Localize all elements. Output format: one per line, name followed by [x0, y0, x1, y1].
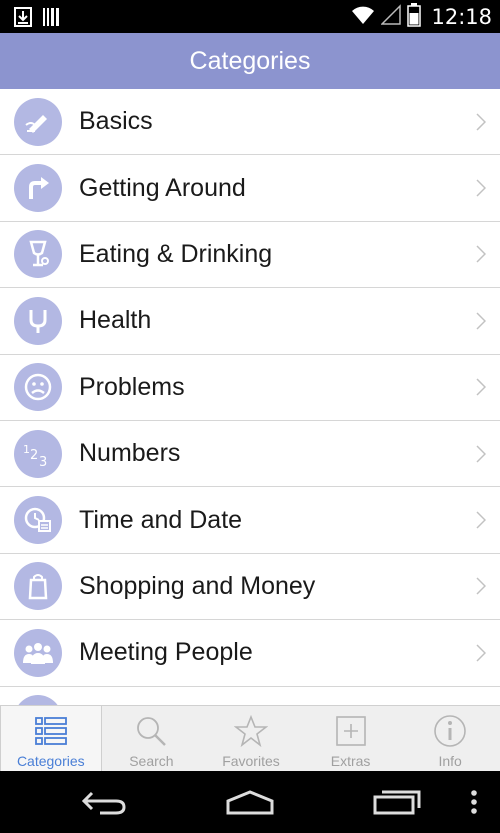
tab-label: Extras: [330, 753, 371, 769]
category-row-partial[interactable]: [0, 687, 500, 705]
category-row-shopping-money[interactable]: Shopping and Money: [0, 554, 500, 621]
chevron-right-icon: [476, 445, 486, 463]
stethoscope-icon: [14, 296, 62, 345]
category-label: Time and Date: [79, 505, 243, 534]
overflow-menu-icon[interactable]: [470, 789, 478, 815]
tab-search[interactable]: Search: [102, 706, 202, 771]
svg-text:1: 1: [23, 443, 30, 456]
category-row-meeting-people[interactable]: Meeting People: [0, 620, 500, 687]
info-icon: [433, 711, 467, 751]
chevron-right-icon: [476, 312, 486, 330]
tab-label: Search: [129, 753, 174, 769]
system-nav-bar: [0, 771, 500, 833]
page-title: Categories: [189, 46, 311, 75]
plus-box-icon: [335, 711, 367, 751]
list-icon: [34, 711, 67, 751]
back-icon[interactable]: [80, 789, 128, 815]
tab-label: Categories: [16, 753, 85, 769]
header-bar: Categories: [0, 33, 500, 89]
home-icon[interactable]: [225, 789, 275, 815]
pencil-icon: [14, 97, 62, 146]
category-label: Getting Around: [79, 173, 246, 202]
chevron-right-icon: [476, 179, 486, 197]
numbers-icon: 123: [14, 429, 62, 478]
category-row-getting-around[interactable]: Getting Around: [0, 155, 500, 222]
chevron-right-icon: [476, 644, 486, 662]
category-row-basics[interactable]: Basics: [0, 89, 500, 156]
category-list: Basics Getting Around Eating & Drinking …: [0, 89, 500, 705]
tab-favorites[interactable]: Favorites: [201, 706, 301, 771]
category-label: Meeting People: [79, 638, 253, 667]
svg-text:2: 2: [30, 448, 38, 463]
battery-icon: [407, 3, 422, 31]
signal-icon: [380, 4, 402, 30]
tab-info[interactable]: Info: [400, 706, 500, 771]
status-clock: 12:18: [431, 5, 492, 29]
category-row-numbers[interactable]: 123 Numbers: [0, 421, 500, 488]
tab-label: Favorites: [222, 753, 280, 769]
clock-calendar-icon: [14, 496, 62, 545]
chevron-right-icon: [476, 378, 486, 396]
chevron-right-icon: [476, 511, 486, 529]
status-bar: 12:18: [0, 0, 500, 33]
chevron-right-icon: [476, 577, 486, 595]
recent-apps-icon[interactable]: [372, 789, 422, 815]
tab-label: Info: [438, 753, 462, 769]
turn-arrow-icon: [14, 164, 62, 213]
tab-extras[interactable]: Extras: [301, 706, 401, 771]
category-row-time-date[interactable]: Time and Date: [0, 487, 500, 554]
people-icon: [14, 628, 62, 677]
svg-text:3: 3: [39, 455, 47, 469]
download-icon: [14, 7, 32, 31]
category-row-problems[interactable]: Problems: [0, 355, 500, 421]
category-label: Problems: [79, 372, 185, 401]
category-label: Basics: [79, 107, 153, 136]
category-row-eating-drinking[interactable]: Eating & Drinking: [0, 222, 500, 289]
tab-categories[interactable]: Categories: [0, 706, 102, 771]
bottom-tab-bar: Categories Search Favorites Extras Info: [0, 705, 500, 771]
magnifier-icon: [135, 711, 167, 751]
partial-category-icon: [14, 695, 62, 705]
category-row-health[interactable]: Health: [0, 288, 500, 355]
star-icon: [233, 711, 268, 751]
category-label: Health: [79, 306, 152, 335]
barcode-icon: [42, 7, 60, 31]
category-label: Numbers: [79, 439, 181, 468]
sad-face-icon: [14, 363, 62, 412]
wifi-icon: [351, 4, 375, 30]
glass-icon: [14, 230, 62, 279]
shopping-bag-icon: [14, 562, 62, 611]
category-label: Eating & Drinking: [79, 239, 273, 268]
chevron-right-icon: [476, 245, 486, 263]
category-label: Shopping and Money: [79, 571, 316, 600]
chevron-right-icon: [476, 113, 486, 131]
